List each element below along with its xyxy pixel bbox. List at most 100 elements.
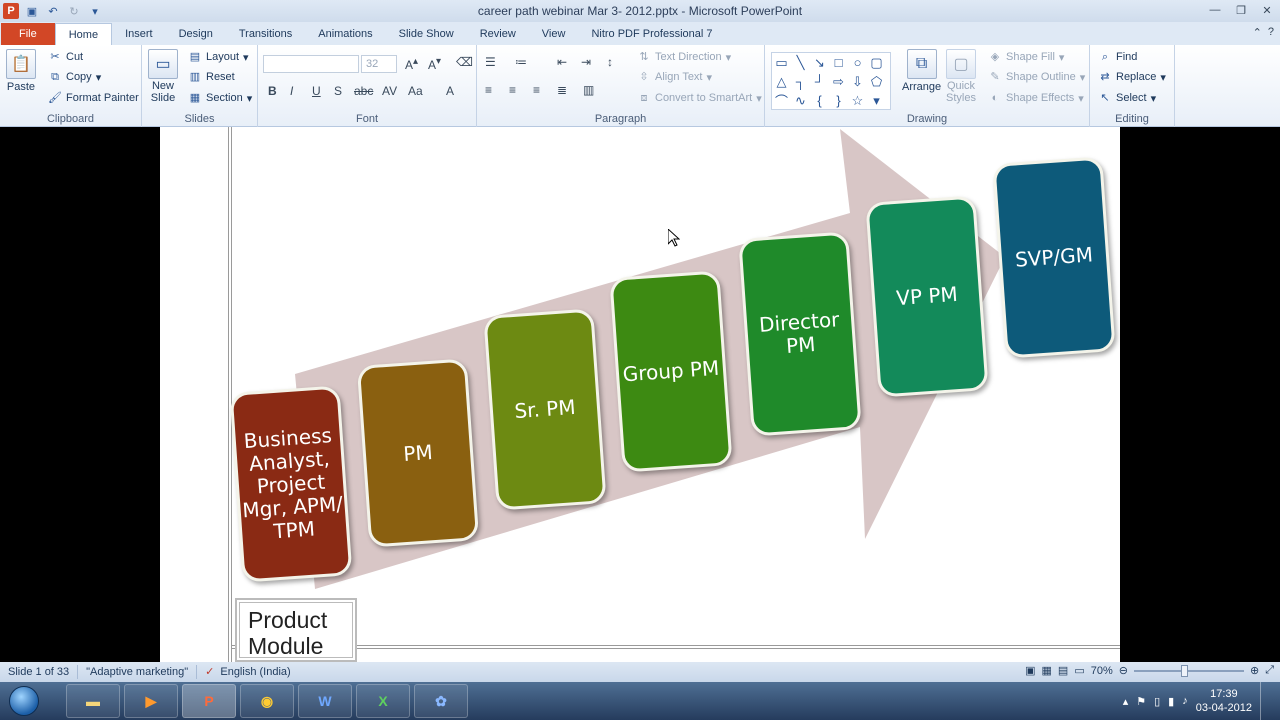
right-arrow-shape-icon[interactable]: ⇨ bbox=[829, 72, 848, 91]
card-pm[interactable]: PM bbox=[356, 358, 480, 548]
oval-shape-icon[interactable]: ○ bbox=[848, 53, 867, 72]
close-icon[interactable]: ✕ bbox=[1254, 0, 1280, 20]
tab-file[interactable]: File bbox=[1, 23, 55, 45]
font-color-icon[interactable]: A bbox=[446, 84, 454, 98]
powerpoint-taskbar-icon[interactable]: P bbox=[182, 684, 236, 718]
powerpoint-app-icon[interactable]: P bbox=[3, 3, 19, 19]
card-svp-gm[interactable]: SVP/GM bbox=[992, 156, 1116, 359]
slideshow-view-icon[interactable]: ▭ bbox=[1074, 664, 1084, 677]
triangle-shape-icon[interactable]: △ bbox=[772, 72, 791, 91]
justify-icon[interactable]: ≣ bbox=[557, 83, 567, 97]
align-left-icon[interactable]: ≡ bbox=[485, 83, 492, 97]
line-spacing-icon[interactable]: ↕ bbox=[607, 55, 613, 69]
font-size-combo[interactable]: 32 bbox=[361, 55, 397, 73]
align-center-icon[interactable]: ≡ bbox=[509, 83, 516, 97]
undo-icon[interactable]: ↶ bbox=[45, 3, 61, 19]
text-direction-button[interactable]: ⇅ Text Direction ▾ bbox=[637, 50, 731, 64]
grow-font-icon[interactable]: A▴ bbox=[405, 56, 418, 72]
shape-effects-button[interactable]: ◐ Shape Effects ▾ bbox=[988, 91, 1084, 105]
normal-view-icon[interactable]: ▣ bbox=[1025, 664, 1035, 677]
rounded-rect-shape-icon[interactable]: ▢ bbox=[867, 53, 886, 72]
numbering-icon[interactable]: ≔ bbox=[515, 55, 527, 69]
textbox-shape-icon[interactable]: ▭ bbox=[772, 53, 791, 72]
zoom-out-icon[interactable]: ⊖ bbox=[1119, 664, 1128, 677]
chevron-shape-icon[interactable]: ⬠ bbox=[867, 72, 886, 91]
tab-design[interactable]: Design bbox=[166, 23, 226, 45]
tab-view[interactable]: View bbox=[529, 23, 579, 45]
tab-transitions[interactable]: Transitions bbox=[226, 23, 305, 45]
media-player-taskbar-icon[interactable]: ▶ bbox=[124, 684, 178, 718]
font-name-combo[interactable] bbox=[263, 55, 359, 73]
reset-button[interactable]: ▥ Reset bbox=[188, 70, 235, 84]
italic-icon[interactable]: I bbox=[290, 84, 293, 98]
convert-smartart-button[interactable]: ⧈ Convert to SmartArt ▾ bbox=[637, 91, 762, 105]
show-desktop-button[interactable] bbox=[1260, 682, 1270, 720]
align-text-button[interactable]: ⇳ Align Text ▾ bbox=[637, 70, 712, 84]
strikethrough-icon[interactable]: abc bbox=[354, 84, 373, 98]
zoom-slider[interactable] bbox=[1133, 664, 1244, 677]
arrow-line-shape-icon[interactable]: ↘ bbox=[810, 53, 829, 72]
minimize-ribbon-icon[interactable]: ⌃ bbox=[1253, 26, 1262, 39]
bold-icon[interactable]: B bbox=[268, 84, 277, 98]
underline-icon[interactable]: U bbox=[312, 84, 321, 98]
freeform-shape-icon[interactable]: ∿ bbox=[791, 91, 810, 110]
rectangle-shape-icon[interactable]: □ bbox=[829, 53, 848, 72]
show-hidden-icons[interactable]: ▴ bbox=[1123, 695, 1129, 708]
copy-button[interactable]: ⧉ Copy ▾ bbox=[48, 70, 101, 84]
quick-styles-button[interactable]: ▢ Quick Styles bbox=[946, 49, 976, 104]
find-button[interactable]: ⌕ Find bbox=[1098, 50, 1138, 64]
power-icon[interactable]: ▯ bbox=[1154, 695, 1160, 708]
right-brace-shape-icon[interactable]: } bbox=[829, 91, 848, 110]
more-shapes-icon[interactable]: ▾ bbox=[867, 91, 886, 110]
zoom-in-icon[interactable]: ⊕ bbox=[1250, 664, 1259, 677]
columns-icon[interactable]: ▥ bbox=[583, 83, 594, 97]
star-shape-icon[interactable]: ☆ bbox=[848, 91, 867, 110]
shape-fill-button[interactable]: ◈ Shape Fill ▾ bbox=[988, 50, 1065, 64]
select-button[interactable]: ↖ Select ▾ bbox=[1098, 91, 1156, 105]
layout-button[interactable]: ▤ Layout ▾ bbox=[188, 50, 249, 64]
network-icon[interactable]: ▮ bbox=[1168, 695, 1174, 708]
reading-view-icon[interactable]: ▤ bbox=[1058, 664, 1068, 677]
fit-slide-icon[interactable]: ⤢ bbox=[1265, 664, 1274, 677]
arrange-button[interactable]: ⧉ Arrange bbox=[902, 49, 941, 93]
card-sr-pm[interactable]: Sr. PM bbox=[483, 308, 607, 511]
left-brace-shape-icon[interactable]: { bbox=[810, 91, 829, 110]
chrome-taskbar-icon[interactable]: ◉ bbox=[240, 684, 294, 718]
excel-taskbar-icon[interactable]: X bbox=[356, 684, 410, 718]
new-slide-button[interactable]: ▭ New Slide bbox=[148, 49, 178, 104]
volume-icon[interactable]: ♪ bbox=[1182, 695, 1188, 707]
decrease-indent-icon[interactable]: ⇤ bbox=[557, 55, 567, 69]
format-painter-button[interactable]: 🖌 Format Painter bbox=[48, 91, 139, 105]
bullets-icon[interactable]: ☰ bbox=[485, 55, 496, 69]
tab-animations[interactable]: Animations bbox=[305, 23, 385, 45]
explorer-taskbar-icon[interactable]: ▬ bbox=[66, 684, 120, 718]
zoom-level[interactable]: 70% bbox=[1091, 665, 1113, 677]
replace-button[interactable]: ⇄ Replace ▾ bbox=[1098, 70, 1166, 84]
card-group-pm[interactable]: Group PM bbox=[609, 270, 733, 473]
clear-formatting-icon[interactable]: ⌫ bbox=[456, 55, 473, 69]
character-spacing-icon[interactable]: AV bbox=[382, 84, 397, 98]
shape-outline-button[interactable]: ✎ Shape Outline ▾ bbox=[988, 70, 1085, 84]
action-center-flag-icon[interactable]: ⚑ bbox=[1136, 695, 1146, 708]
start-button[interactable] bbox=[0, 682, 48, 720]
tab-slide-show[interactable]: Slide Show bbox=[386, 23, 467, 45]
paste-button[interactable]: 📋 Paste bbox=[6, 49, 36, 93]
tab-insert[interactable]: Insert bbox=[112, 23, 166, 45]
line-shape-icon[interactable]: ╲ bbox=[791, 53, 810, 72]
tab-nitro-pdf[interactable]: Nitro PDF Professional 7 bbox=[578, 23, 725, 45]
restore-icon[interactable]: ❐ bbox=[1228, 0, 1254, 20]
shrink-font-icon[interactable]: A▾ bbox=[428, 56, 441, 72]
card-vp-pm[interactable]: VP PM bbox=[865, 195, 989, 398]
card-director-pm[interactable]: Director PM bbox=[738, 231, 862, 437]
slide-sorter-icon[interactable]: ▦ bbox=[1042, 664, 1052, 677]
tab-review[interactable]: Review bbox=[467, 23, 529, 45]
customize-qat-icon[interactable]: ▾ bbox=[87, 3, 103, 19]
shapes-gallery[interactable]: ▭ ╲ ↘ □ ○ ▢ △ ┐ ┘ ⇨ ⇩ ⬠ ⌒ ∿ { } ☆ ▾ bbox=[771, 52, 891, 110]
cut-button[interactable]: ✂ Cut bbox=[48, 50, 83, 64]
card-business-analyst[interactable]: Business Analyst, Project Mgr, APM/ TPM bbox=[229, 385, 353, 583]
spellcheck-icon[interactable]: ✓ bbox=[205, 665, 214, 679]
zoom-slider-thumb[interactable] bbox=[1181, 664, 1189, 677]
change-case-icon[interactable]: Aa bbox=[408, 84, 423, 98]
shadow-icon[interactable]: S bbox=[334, 84, 342, 98]
minimize-icon[interactable]: — bbox=[1202, 0, 1228, 20]
